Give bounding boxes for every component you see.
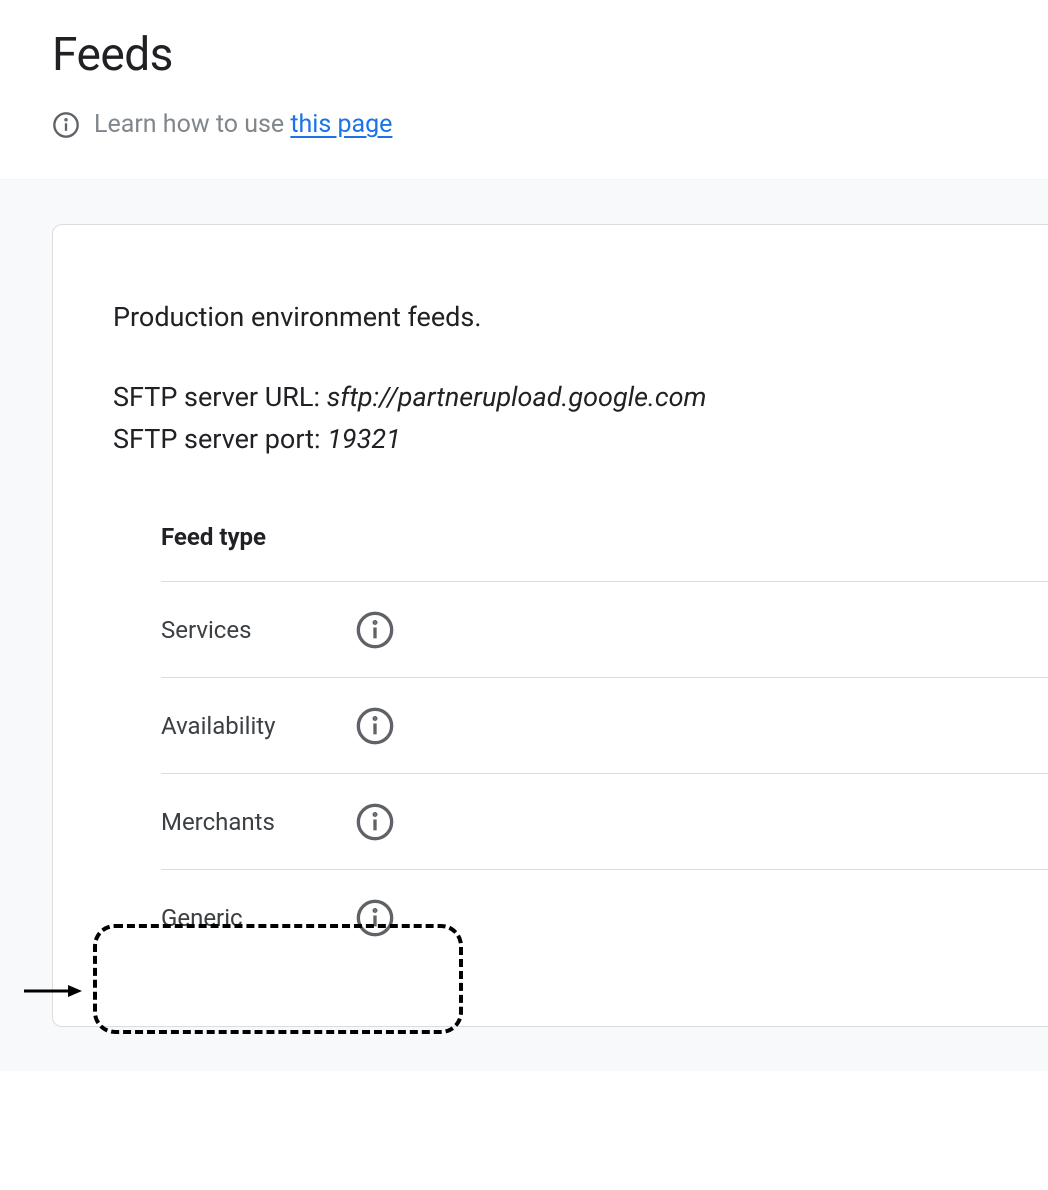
info-icon[interactable]	[355, 706, 395, 746]
info-icon[interactable]	[355, 802, 395, 842]
help-prefix: Learn how to use	[94, 110, 290, 139]
help-link[interactable]: this page	[290, 110, 392, 139]
card-heading: Production environment feeds.	[113, 301, 1048, 333]
info-icon[interactable]	[355, 610, 395, 650]
page-title: Feeds	[52, 28, 996, 82]
feeds-card: Production environment feeds. SFTP serve…	[52, 224, 1048, 1027]
sftp-port-line: SFTP server port: 19321	[113, 423, 1048, 455]
row-label-generic: Generic	[161, 904, 355, 932]
annotation-arrow-icon	[22, 984, 82, 998]
help-row: Learn how to use this page	[52, 110, 996, 139]
page-header: Feeds Learn how to use this page	[0, 0, 1048, 179]
row-label-availability: Availability	[161, 712, 355, 740]
table-row: Generic	[161, 870, 1048, 966]
sftp-port-value: 19321	[327, 423, 401, 455]
sftp-url-line: SFTP server URL: sftp://partnerupload.go…	[113, 381, 1048, 413]
sftp-port-label: SFTP server port:	[113, 423, 327, 455]
sftp-url-value: sftp://partnerupload.google.com	[327, 381, 707, 413]
row-label-merchants: Merchants	[161, 808, 355, 836]
row-label-services: Services	[161, 616, 355, 644]
table-header: Feed type	[161, 523, 1048, 582]
info-icon	[52, 111, 80, 139]
help-text: Learn how to use this page	[94, 110, 392, 139]
feed-type-table: Feed type Services Availability	[53, 523, 1048, 966]
table-row: Merchants	[161, 774, 1048, 870]
table-row: Services	[161, 582, 1048, 678]
content-area: Production environment feeds. SFTP serve…	[0, 179, 1048, 1071]
info-icon[interactable]	[355, 898, 395, 938]
sftp-url-label: SFTP server URL:	[113, 381, 327, 413]
table-row: Availability	[161, 678, 1048, 774]
